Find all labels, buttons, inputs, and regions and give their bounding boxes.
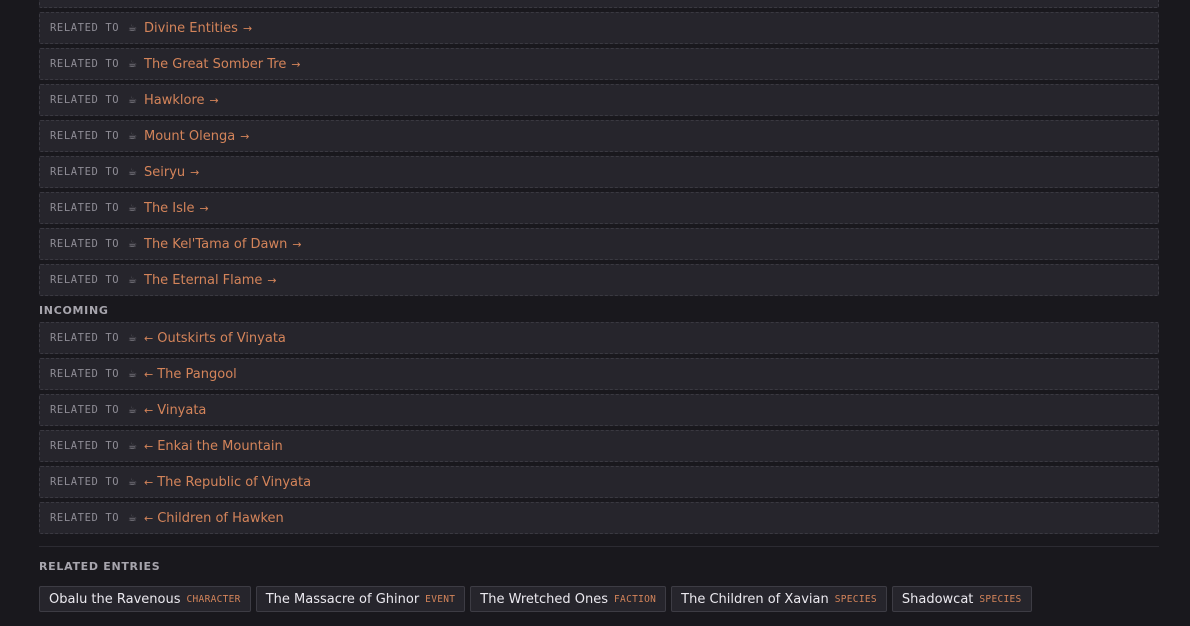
related-entry-chip[interactable]: The Massacre of Ghinor EVENT: [255, 586, 466, 612]
arrow-right-icon: →: [242, 21, 253, 35]
cup-icon: ☕: [128, 166, 137, 178]
outgoing-row[interactable]: RELATED TO ☕ The Eternal Flame →: [39, 264, 1159, 296]
incoming-row[interactable]: RELATED TO ☕ ← The Pangool: [39, 358, 1159, 390]
outgoing-row[interactable]: RELATED TO ☕ Mount Olenga →: [39, 120, 1159, 152]
incoming-row[interactable]: RELATED TO ☕ ← Vinyata: [39, 394, 1159, 426]
related-entries-list: Obalu the Ravenous CHARACTER The Massacr…: [39, 586, 1032, 612]
cup-icon: ☕: [128, 94, 137, 106]
cup-icon: ☕: [128, 404, 137, 416]
arrow-right-icon: →: [190, 165, 200, 179]
entry-type-badge: CHARACTER: [186, 593, 241, 605]
arrow-right-icon: →: [291, 57, 301, 71]
entry-name: Shadowcat: [901, 591, 974, 607]
arrow-left-icon: ←: [144, 511, 154, 525]
relation-type: RELATED TO: [50, 404, 120, 416]
related-entries-heading: RELATED ENTRIES: [39, 560, 161, 573]
relation-link[interactable]: The Kel'Tama of Dawn: [144, 237, 287, 252]
arrow-left-icon: ←: [144, 331, 154, 345]
relation-link[interactable]: The Great Somber Tre: [144, 57, 286, 72]
relation-type: RELATED TO: [50, 130, 120, 142]
related-entry-chip[interactable]: Obalu the Ravenous CHARACTER: [39, 586, 251, 612]
entry-type-badge: FACTION: [614, 593, 657, 605]
relation-link[interactable]: Outskirts of Vinyata: [157, 331, 286, 346]
incoming-row[interactable]: RELATED TO ☕ ← The Republic of Vinyata: [39, 466, 1159, 498]
cup-icon: ☕: [128, 274, 137, 286]
cup-icon: ☕: [128, 512, 137, 524]
cup-icon: ☕: [128, 130, 137, 142]
related-entry-chip[interactable]: The Children of Xavian SPECIES: [671, 586, 887, 612]
entry-name: The Wretched Ones: [480, 591, 609, 607]
entry-type-badge: EVENT: [425, 593, 456, 605]
arrow-right-icon: →: [199, 201, 209, 215]
related-entry-chip[interactable]: The Wretched Ones FACTION: [470, 586, 667, 612]
incoming-list: RELATED TO ☕ ← Outskirts of Vinyata RELA…: [39, 322, 1159, 538]
relation-link[interactable]: Hawklore: [144, 93, 205, 108]
relation-type: RELATED TO: [50, 94, 120, 106]
relation-type: RELATED TO: [50, 332, 120, 344]
entry-name: The Massacre of Ghinor: [265, 591, 420, 607]
outgoing-list: RELATED TO ☕ Divine Entities → RELATED T…: [39, 12, 1159, 300]
cup-icon: ☕: [128, 22, 137, 34]
cup-icon: ☕: [128, 440, 137, 452]
entry-type-badge: SPECIES: [979, 593, 1022, 605]
relation-link[interactable]: The Pangool: [157, 367, 237, 382]
incoming-row[interactable]: RELATED TO ☕ ← Enkai the Mountain: [39, 430, 1159, 462]
cup-icon: ☕: [128, 238, 137, 250]
arrow-left-icon: ←: [144, 475, 154, 489]
relation-link[interactable]: Mount Olenga: [144, 129, 235, 144]
arrow-left-icon: ←: [144, 367, 154, 381]
outgoing-row[interactable]: RELATED TO ☕ Seiryu →: [39, 156, 1159, 188]
cup-icon: ☕: [128, 332, 137, 344]
arrow-left-icon: ←: [144, 439, 154, 453]
relation-type: RELATED TO: [50, 202, 120, 214]
cup-icon: ☕: [128, 368, 137, 380]
relation-link[interactable]: The Isle: [144, 201, 195, 216]
relation-link[interactable]: Vinyata: [157, 403, 206, 418]
relation-type: RELATED TO: [50, 476, 120, 488]
entry-type-badge: SPECIES: [834, 593, 877, 605]
entry-name: The Children of Xavian: [681, 591, 829, 607]
relation-type: RELATED TO: [50, 440, 120, 452]
arrow-right-icon: →: [292, 237, 302, 251]
incoming-heading: INCOMING: [39, 304, 109, 317]
section-divider: [39, 546, 1159, 547]
outgoing-row[interactable]: RELATED TO ☕ Divine Entities →: [39, 12, 1159, 44]
cup-icon: ☕: [128, 58, 137, 70]
relation-type: RELATED TO: [50, 274, 120, 286]
outgoing-row[interactable]: RELATED TO ☕ The Kel'Tama of Dawn →: [39, 228, 1159, 260]
row-partial: [39, 0, 1159, 8]
relation-type: RELATED TO: [50, 368, 120, 380]
relation-type: RELATED TO: [50, 22, 120, 34]
arrow-right-icon: →: [209, 93, 219, 107]
relation-type: RELATED TO: [50, 512, 120, 524]
relation-link[interactable]: The Republic of Vinyata: [157, 475, 311, 490]
relations-panel: RELATED TO ☕ Divine Entities → RELATED T…: [0, 0, 1190, 626]
relation-link[interactable]: Enkai the Mountain: [157, 439, 283, 454]
incoming-row[interactable]: RELATED TO ☕ ← Outskirts of Vinyata: [39, 322, 1159, 354]
entry-name: Obalu the Ravenous: [49, 591, 181, 607]
outgoing-row[interactable]: RELATED TO ☕ The Isle →: [39, 192, 1159, 224]
outgoing-row[interactable]: RELATED TO ☕ Hawklore →: [39, 84, 1159, 116]
arrow-right-icon: →: [267, 273, 277, 287]
relation-link[interactable]: Divine Entities: [144, 21, 238, 36]
related-entry-chip[interactable]: Shadowcat SPECIES: [891, 586, 1032, 612]
cup-icon: ☕: [128, 476, 137, 488]
relation-type: RELATED TO: [50, 58, 120, 70]
relation-type: RELATED TO: [50, 238, 120, 250]
relation-link[interactable]: Seiryu: [144, 165, 185, 180]
arrow-right-icon: →: [240, 129, 250, 143]
arrow-left-icon: ←: [144, 403, 154, 417]
outgoing-row[interactable]: RELATED TO ☕ The Great Somber Tre →: [39, 48, 1159, 80]
incoming-row[interactable]: RELATED TO ☕ ← Children of Hawken: [39, 502, 1159, 534]
cup-icon: ☕: [128, 202, 137, 214]
relation-link[interactable]: Children of Hawken: [157, 511, 284, 526]
relation-type: RELATED TO: [50, 166, 120, 178]
relation-link[interactable]: The Eternal Flame: [144, 273, 262, 288]
